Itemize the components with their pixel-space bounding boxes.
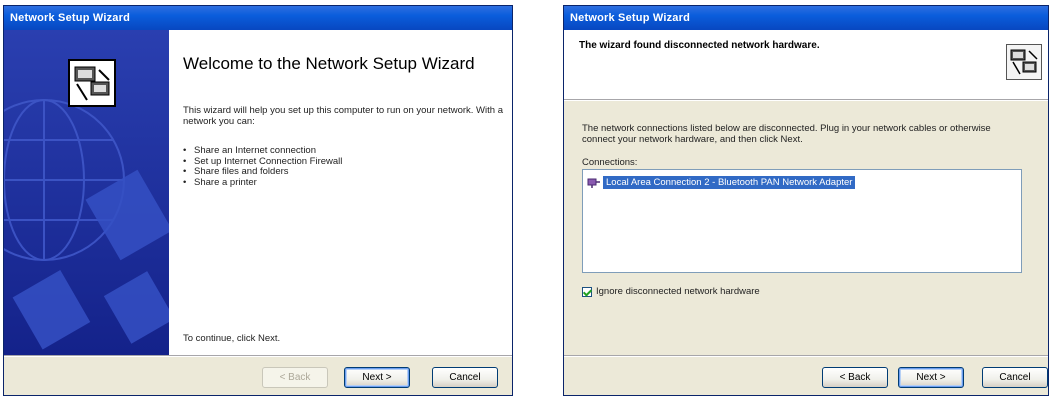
globe-watermark-graphic — [4, 30, 169, 355]
network-computers-icon — [1006, 44, 1042, 80]
instructions-text: The network connections listed below are… — [582, 123, 991, 145]
hardware-title-bar[interactable]: Network Setup Wizard — [564, 6, 1048, 30]
header-separator — [564, 99, 1048, 101]
feature-item: Share a printer — [183, 177, 483, 189]
hardware-wizard-window: Network Setup Wizard The wizard found di… — [563, 5, 1049, 396]
welcome-heading: Welcome to the Network Setup Wizard — [183, 54, 475, 73]
welcome-content-area: Welcome to the Network Setup Wizard This… — [169, 30, 512, 355]
feature-item: Share files and folders — [183, 166, 483, 178]
welcome-title-bar[interactable]: Network Setup Wizard — [4, 6, 512, 30]
hardware-heading: The wizard found disconnected network ha… — [579, 40, 820, 51]
connection-name: Local Area Connection 2 - Bluetooth PAN … — [603, 175, 856, 189]
wizard-side-graphic — [4, 30, 169, 355]
feature-item: Share an Internet connection — [183, 145, 483, 157]
continue-instruction: To continue, click Next. — [183, 333, 281, 344]
network-adapter-icon — [587, 178, 600, 188]
feature-list: Share an Internet connection Set up Inte… — [183, 145, 483, 189]
welcome-wizard-window: Network Setup Wizard Welcome to the Netw… — [3, 5, 513, 396]
network-computers-icon — [68, 59, 116, 107]
back-button[interactable]: < Back — [822, 367, 888, 388]
next-button[interactable]: Next > — [344, 367, 410, 388]
cancel-button[interactable]: Cancel — [432, 367, 498, 388]
ignore-hardware-option[interactable]: Ignore disconnected network hardware — [582, 286, 760, 297]
welcome-intro-text: This wizard will help you set up this co… — [183, 105, 503, 127]
ignore-hardware-label[interactable]: Ignore disconnected network hardware — [596, 286, 760, 297]
connections-list[interactable]: Local Area Connection 2 - Bluetooth PAN … — [582, 169, 1022, 273]
cancel-button[interactable]: Cancel — [982, 367, 1048, 388]
button-separator — [564, 355, 1048, 357]
list-item[interactable]: Local Area Connection 2 - Bluetooth PAN … — [587, 175, 856, 189]
button-separator — [4, 355, 512, 357]
connections-label: Connections: — [582, 157, 638, 168]
checkbox-checked-icon[interactable] — [582, 286, 592, 297]
wizard-header: The wizard found disconnected network ha… — [564, 30, 1048, 99]
back-button[interactable]: < Back — [262, 367, 328, 388]
next-button[interactable]: Next > — [898, 367, 964, 388]
